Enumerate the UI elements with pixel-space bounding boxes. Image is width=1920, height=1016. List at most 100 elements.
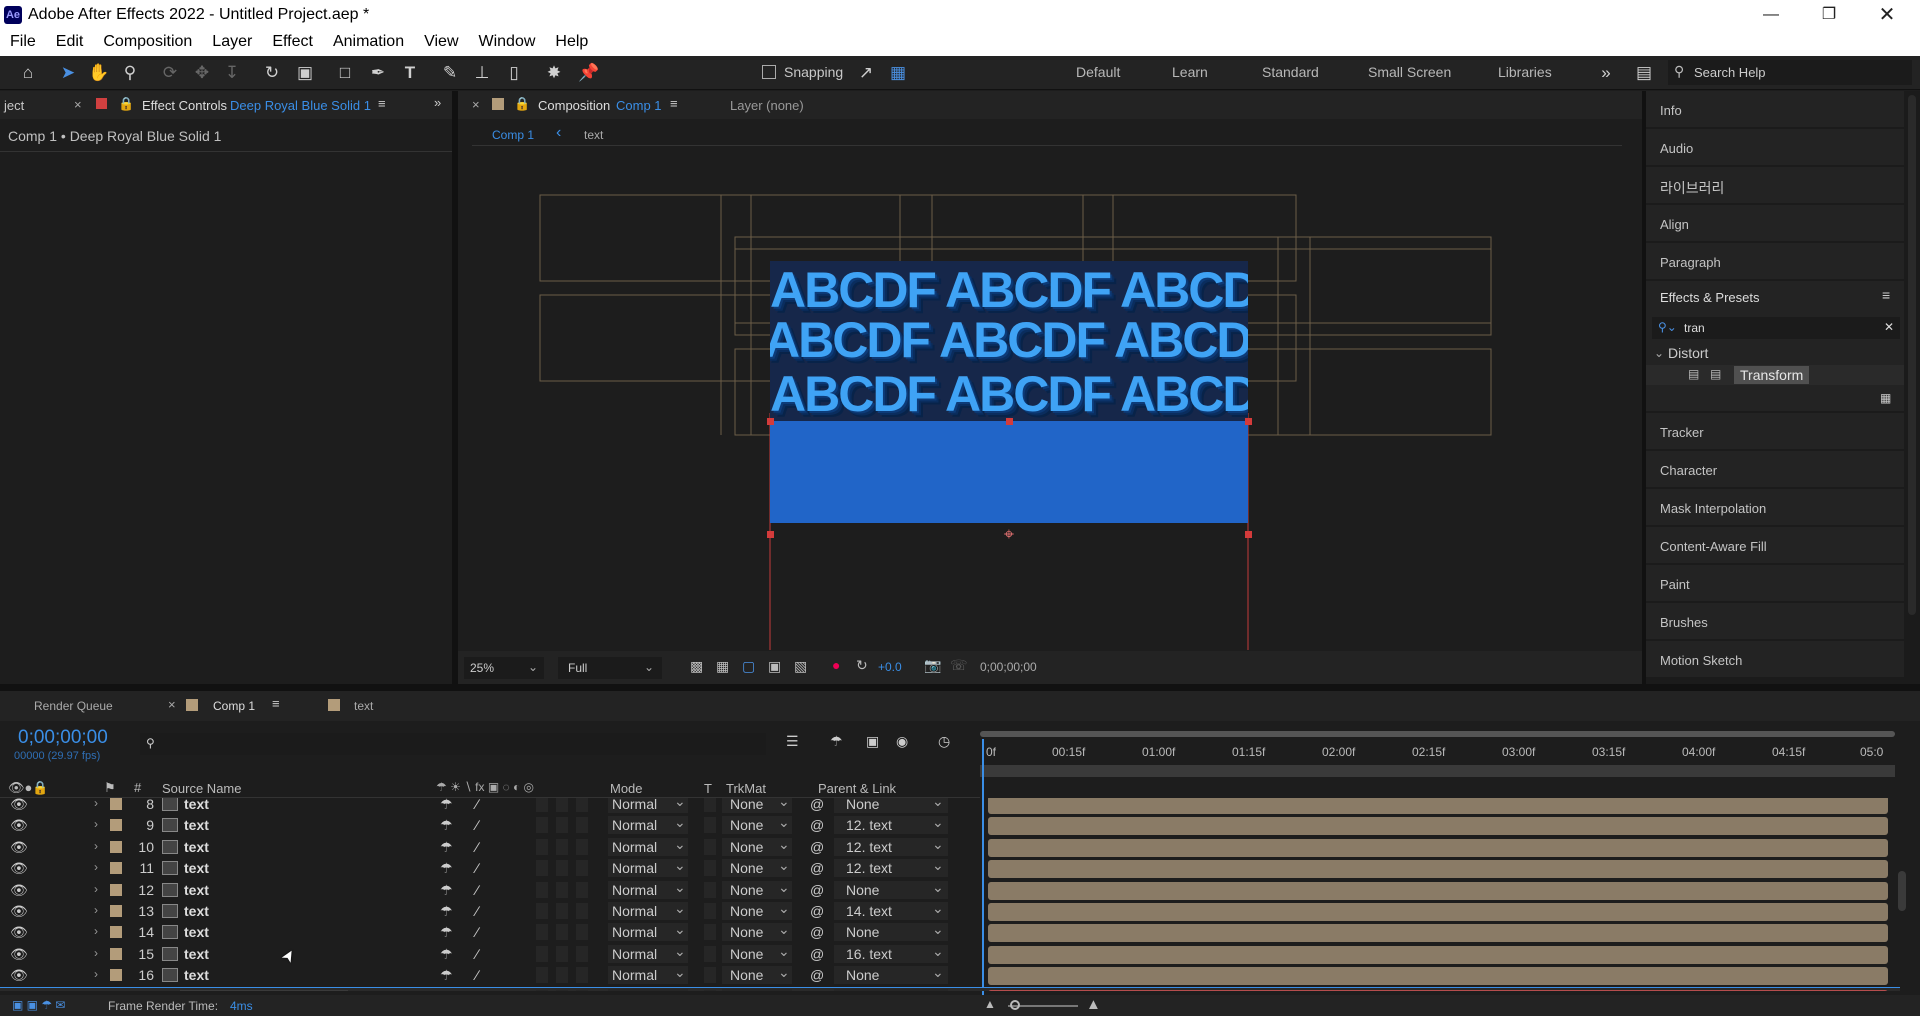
effects-presets-title[interactable]: Effects & Presets bbox=[1660, 290, 1759, 305]
layer-duration-bar[interactable] bbox=[988, 798, 1888, 814]
zoom-dropdown[interactable]: 25% ⌄ bbox=[464, 657, 544, 679]
twirl-chevron-icon[interactable]: › bbox=[94, 903, 98, 917]
reset-exposure-icon[interactable]: ↻ bbox=[856, 657, 868, 674]
workspace-learn[interactable]: Learn bbox=[1172, 64, 1208, 80]
zoom-tool-icon[interactable]: ⚲ bbox=[120, 63, 140, 83]
snapping-checkbox[interactable] bbox=[762, 65, 776, 79]
quality-switch-icon[interactable]: ∕ bbox=[476, 860, 478, 876]
timeline-scrollbar[interactable] bbox=[1898, 791, 1908, 987]
switch-cell[interactable] bbox=[536, 989, 548, 991]
trkmat-dropdown[interactable]: None ⌄ bbox=[722, 943, 792, 963]
mode-dropdown[interactable]: Normal ⌄ bbox=[608, 879, 688, 899]
orbit-tool-icon[interactable]: ⟳ bbox=[160, 63, 180, 83]
comp-mini-flowchart-icon[interactable]: ☰ bbox=[786, 733, 799, 750]
parent-dropdown[interactable]: 16. text ⌄ bbox=[834, 943, 948, 963]
tracker-panel-tab[interactable]: Tracker bbox=[1646, 413, 1904, 449]
brushes-panel-tab[interactable]: Brushes bbox=[1646, 603, 1904, 639]
collapse-transform-icon[interactable]: ☂ bbox=[440, 903, 453, 920]
close-icon[interactable]: ✕ bbox=[1858, 0, 1916, 30]
switch-cell[interactable] bbox=[576, 798, 588, 812]
workspace-libraries[interactable]: Libraries bbox=[1498, 64, 1552, 80]
collapse-transform-icon[interactable]: ☂ bbox=[440, 882, 453, 899]
switch-cell[interactable] bbox=[536, 967, 548, 984]
switch-cell[interactable] bbox=[556, 838, 568, 855]
layer-duration-bar[interactable] bbox=[988, 860, 1888, 879]
switch-cell[interactable] bbox=[556, 817, 568, 834]
switch-cell[interactable] bbox=[576, 881, 588, 898]
composition-viewer[interactable]: ABCDF ABCDF ABCD ABCDF ABCDF ABCD ABCDF … bbox=[458, 153, 1642, 650]
pick-whip-icon[interactable]: @ bbox=[810, 839, 824, 855]
preserve-transparency-checkbox[interactable] bbox=[704, 798, 716, 812]
layer-source-name[interactable]: text bbox=[184, 924, 209, 940]
panel-menu-icon[interactable]: ≡ bbox=[272, 696, 280, 711]
pick-whip-icon[interactable]: @ bbox=[810, 860, 824, 876]
menu-file[interactable]: File bbox=[0, 30, 46, 56]
snapshot-icon[interactable]: 📷 bbox=[924, 657, 941, 674]
layer-label-color[interactable] bbox=[110, 862, 122, 875]
clone-stamp-icon[interactable]: ⊥ bbox=[472, 63, 492, 83]
menu-help[interactable]: Help bbox=[545, 30, 598, 56]
effects-search-input[interactable]: ⚲⌄ tran ✕ bbox=[1652, 317, 1900, 339]
trkmat-dropdown[interactable]: None ⌄ bbox=[722, 921, 792, 942]
trkmat-dropdown[interactable]: None ⌄ bbox=[722, 987, 792, 991]
handle-bottom-left[interactable] bbox=[767, 531, 774, 538]
layer-row[interactable]: 👁›17Deep Royal Blue Solid 1☂∕Normal⌄None… bbox=[0, 986, 1900, 991]
quality-switch-icon[interactable]: ∕ bbox=[476, 882, 478, 898]
collapse-transform-icon[interactable]: ☂ bbox=[440, 839, 453, 856]
switch-cell[interactable] bbox=[576, 945, 588, 962]
layer-row[interactable]: 👁 › 10 text ☂ ∕ Normal ⌄ None ⌄ @12. text ⌄ bbox=[0, 836, 1900, 858]
twirl-chevron-icon[interactable]: › bbox=[94, 946, 98, 960]
guides-icon[interactable]: ▧ bbox=[794, 658, 807, 675]
layer-label-color[interactable] bbox=[110, 905, 122, 917]
frame-blending-icon[interactable]: ◉ bbox=[896, 733, 908, 750]
layer-row[interactable]: 👁 › 12 text ☂ ∕ Normal ⌄ None ⌄ @ None ⌄ bbox=[0, 879, 1900, 901]
pan-tool-icon[interactable]: ✥ bbox=[192, 63, 212, 83]
switch-cell[interactable] bbox=[536, 924, 548, 941]
visibility-eye-icon[interactable]: 👁 bbox=[10, 817, 28, 834]
layer-source-name[interactable]: text bbox=[184, 967, 209, 983]
switch-cell[interactable] bbox=[576, 903, 588, 919]
layer-row[interactable]: 👁 › 13 text ☂ ∕ Normal ⌄ None ⌄ @14. text ⌄ bbox=[0, 900, 1900, 922]
layer-row[interactable]: 👁 › 14 text ☂ ∕ Normal ⌄ None ⌄ @ None ⌄ bbox=[0, 921, 1900, 943]
layer-source-name[interactable]: Deep Royal Blue Solid 1 bbox=[180, 989, 349, 991]
hand-tool-icon[interactable]: ✋ bbox=[88, 63, 109, 83]
layer-label-color[interactable] bbox=[110, 926, 122, 939]
distort-category[interactable]: Distort bbox=[1668, 345, 1708, 361]
layer-row[interactable]: 👁 › 9 text ☂ ∕ Normal ⌄ None ⌄ @12. text ⌄ bbox=[0, 814, 1900, 836]
visibility-eye-icon[interactable]: 👁 bbox=[10, 860, 28, 877]
mode-dropdown[interactable]: Normal ⌄ bbox=[608, 798, 688, 813]
twirl-chevron-icon[interactable]: › bbox=[94, 798, 98, 810]
transform-effect-row[interactable]: ▤ ▤ Transform bbox=[1646, 365, 1904, 385]
layer-duration-bar[interactable] bbox=[988, 817, 1888, 836]
switch-cell[interactable] bbox=[536, 881, 548, 898]
switch-cell[interactable] bbox=[536, 798, 548, 812]
collapse-transform-icon[interactable]: ☂ bbox=[440, 967, 453, 984]
scrollbar-thumb[interactable] bbox=[1898, 871, 1906, 911]
collapse-transform-icon[interactable]: ☂ bbox=[440, 924, 453, 941]
panel-menu-icon[interactable]: ≡ bbox=[378, 96, 386, 111]
pick-whip-icon[interactable]: @ bbox=[810, 798, 824, 812]
switch-cell[interactable] bbox=[576, 967, 588, 984]
text-timeline-tab[interactable]: text bbox=[354, 699, 373, 713]
pick-whip-icon[interactable]: @ bbox=[810, 817, 824, 833]
pick-whip-icon[interactable]: @ bbox=[810, 924, 824, 940]
audio-panel-tab[interactable]: Audio bbox=[1646, 129, 1904, 165]
parent-dropdown[interactable]: None ⌄ bbox=[834, 879, 948, 899]
time-ruler[interactable]: 0f 00:15f 01:00f 01:15f 02:00f 02:15f 03… bbox=[980, 731, 1895, 777]
composition-tab[interactable]: Composition bbox=[538, 98, 610, 113]
parent-dropdown[interactable]: 12. text ⌄ bbox=[834, 814, 948, 835]
handle-bottom-right[interactable] bbox=[1245, 531, 1252, 538]
layer-row[interactable]: 👁 › 11 text ☂ ∕ Normal ⌄ None ⌄ @12. text ⌄ bbox=[0, 857, 1900, 879]
visibility-eye-icon[interactable]: 👁 bbox=[10, 839, 28, 856]
character-panel-tab[interactable]: Character bbox=[1646, 451, 1904, 487]
parent-dropdown[interactable]: None ⌄ bbox=[834, 798, 948, 813]
twirl-chevron-icon[interactable]: › bbox=[94, 882, 98, 896]
menu-animation[interactable]: Animation bbox=[323, 30, 414, 56]
layer-row[interactable]: 👁 › 16 text ☂ ∕ Normal ⌄ None ⌄ @ None ⌄ bbox=[0, 964, 1900, 986]
new-preset-icon[interactable]: ▦ bbox=[1880, 391, 1891, 405]
close-tab-icon[interactable]: × bbox=[74, 97, 82, 112]
switch-cell[interactable] bbox=[556, 967, 568, 984]
trkmat-dropdown[interactable]: None ⌄ bbox=[722, 857, 792, 878]
mode-dropdown[interactable]: Normal ⌄ bbox=[608, 900, 688, 920]
switch-cell[interactable] bbox=[556, 798, 568, 812]
